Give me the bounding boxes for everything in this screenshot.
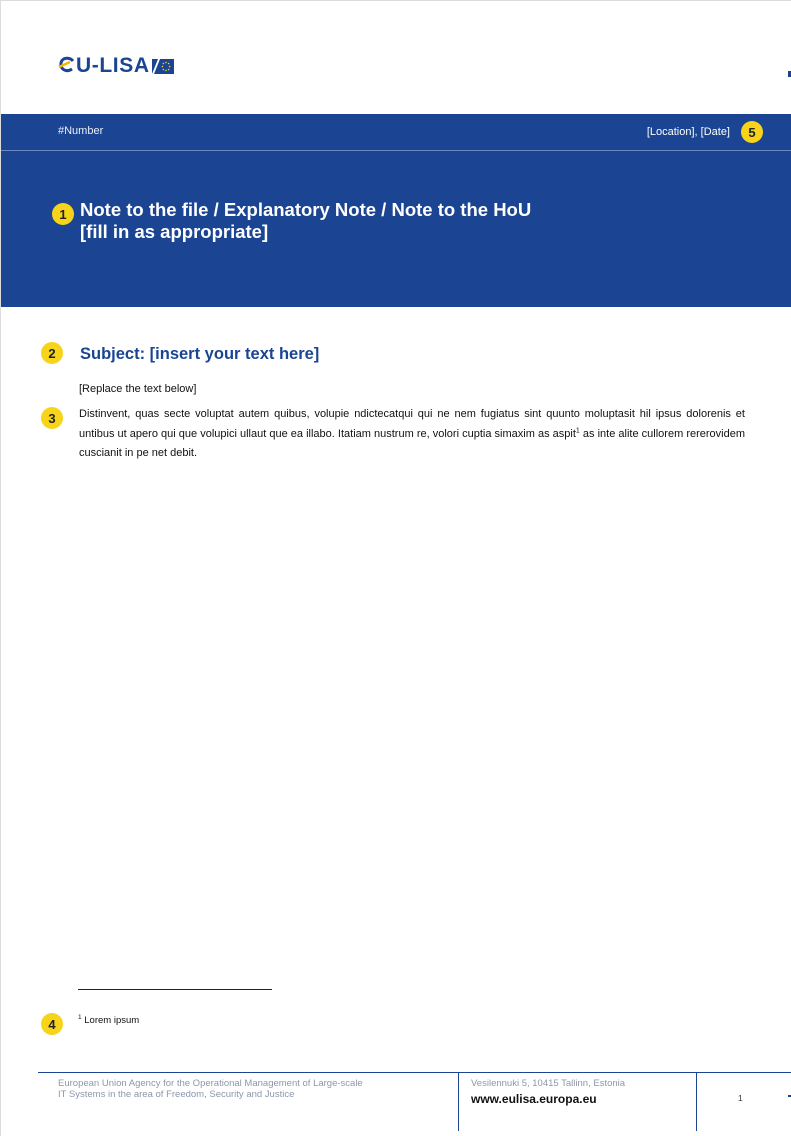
title-line-1: Note to the file / Explanatory Note / No… xyxy=(80,199,532,220)
body-paragraph: Distinvent, quas secte voluptat autem qu… xyxy=(79,405,745,464)
logo-text: U-LISA xyxy=(58,55,150,77)
footnote-text: Lorem ipsum xyxy=(81,1015,140,1026)
footer-divider xyxy=(38,1072,791,1073)
title-line-2: [fill in as appropriate] xyxy=(80,221,269,242)
footer-agency: European Union Agency for the Operationa… xyxy=(58,1078,448,1100)
logo-e-mark-icon xyxy=(58,56,75,73)
footer-column-divider-2 xyxy=(696,1073,697,1131)
footer-agency-line-1: European Union Agency for the Operationa… xyxy=(58,1078,363,1089)
marker-3: 3 xyxy=(41,407,63,429)
subject-heading: Subject: [insert your text here] xyxy=(80,345,320,363)
marker-5: 5 xyxy=(741,121,763,143)
eu-flag-icon xyxy=(151,58,174,74)
footer-column-divider xyxy=(458,1073,459,1131)
footnote: 1 Lorem ipsum xyxy=(78,1014,140,1026)
marker-2: 2 xyxy=(41,342,63,364)
document-title: Note to the file / Explanatory Note / No… xyxy=(80,199,531,243)
footnote-separator xyxy=(78,989,272,990)
header-band: #Number [Location], [Date] Note to the f… xyxy=(1,114,791,307)
marker-1: 1 xyxy=(52,203,74,225)
eu-lisa-logo: U-LISA xyxy=(58,55,174,77)
location-date: [Location], [Date] xyxy=(646,126,730,138)
page-number: 1 xyxy=(738,1093,743,1103)
marker-4: 4 xyxy=(41,1013,63,1035)
replace-hint: [Replace the text below] xyxy=(79,383,197,395)
header-divider xyxy=(1,150,791,151)
footer-agency-line-2: IT Systems in the area of Freedom, Secur… xyxy=(58,1089,295,1100)
document-page: U-LISA #Number [Location], [Date] Note t… xyxy=(0,0,791,1136)
footer-website-link[interactable]: www.eulisa.europa.eu xyxy=(471,1092,597,1106)
document-number: #Number xyxy=(58,125,104,137)
footer-address: Vesilennuki 5, 10415 Tallinn, Estonia xyxy=(471,1078,626,1089)
